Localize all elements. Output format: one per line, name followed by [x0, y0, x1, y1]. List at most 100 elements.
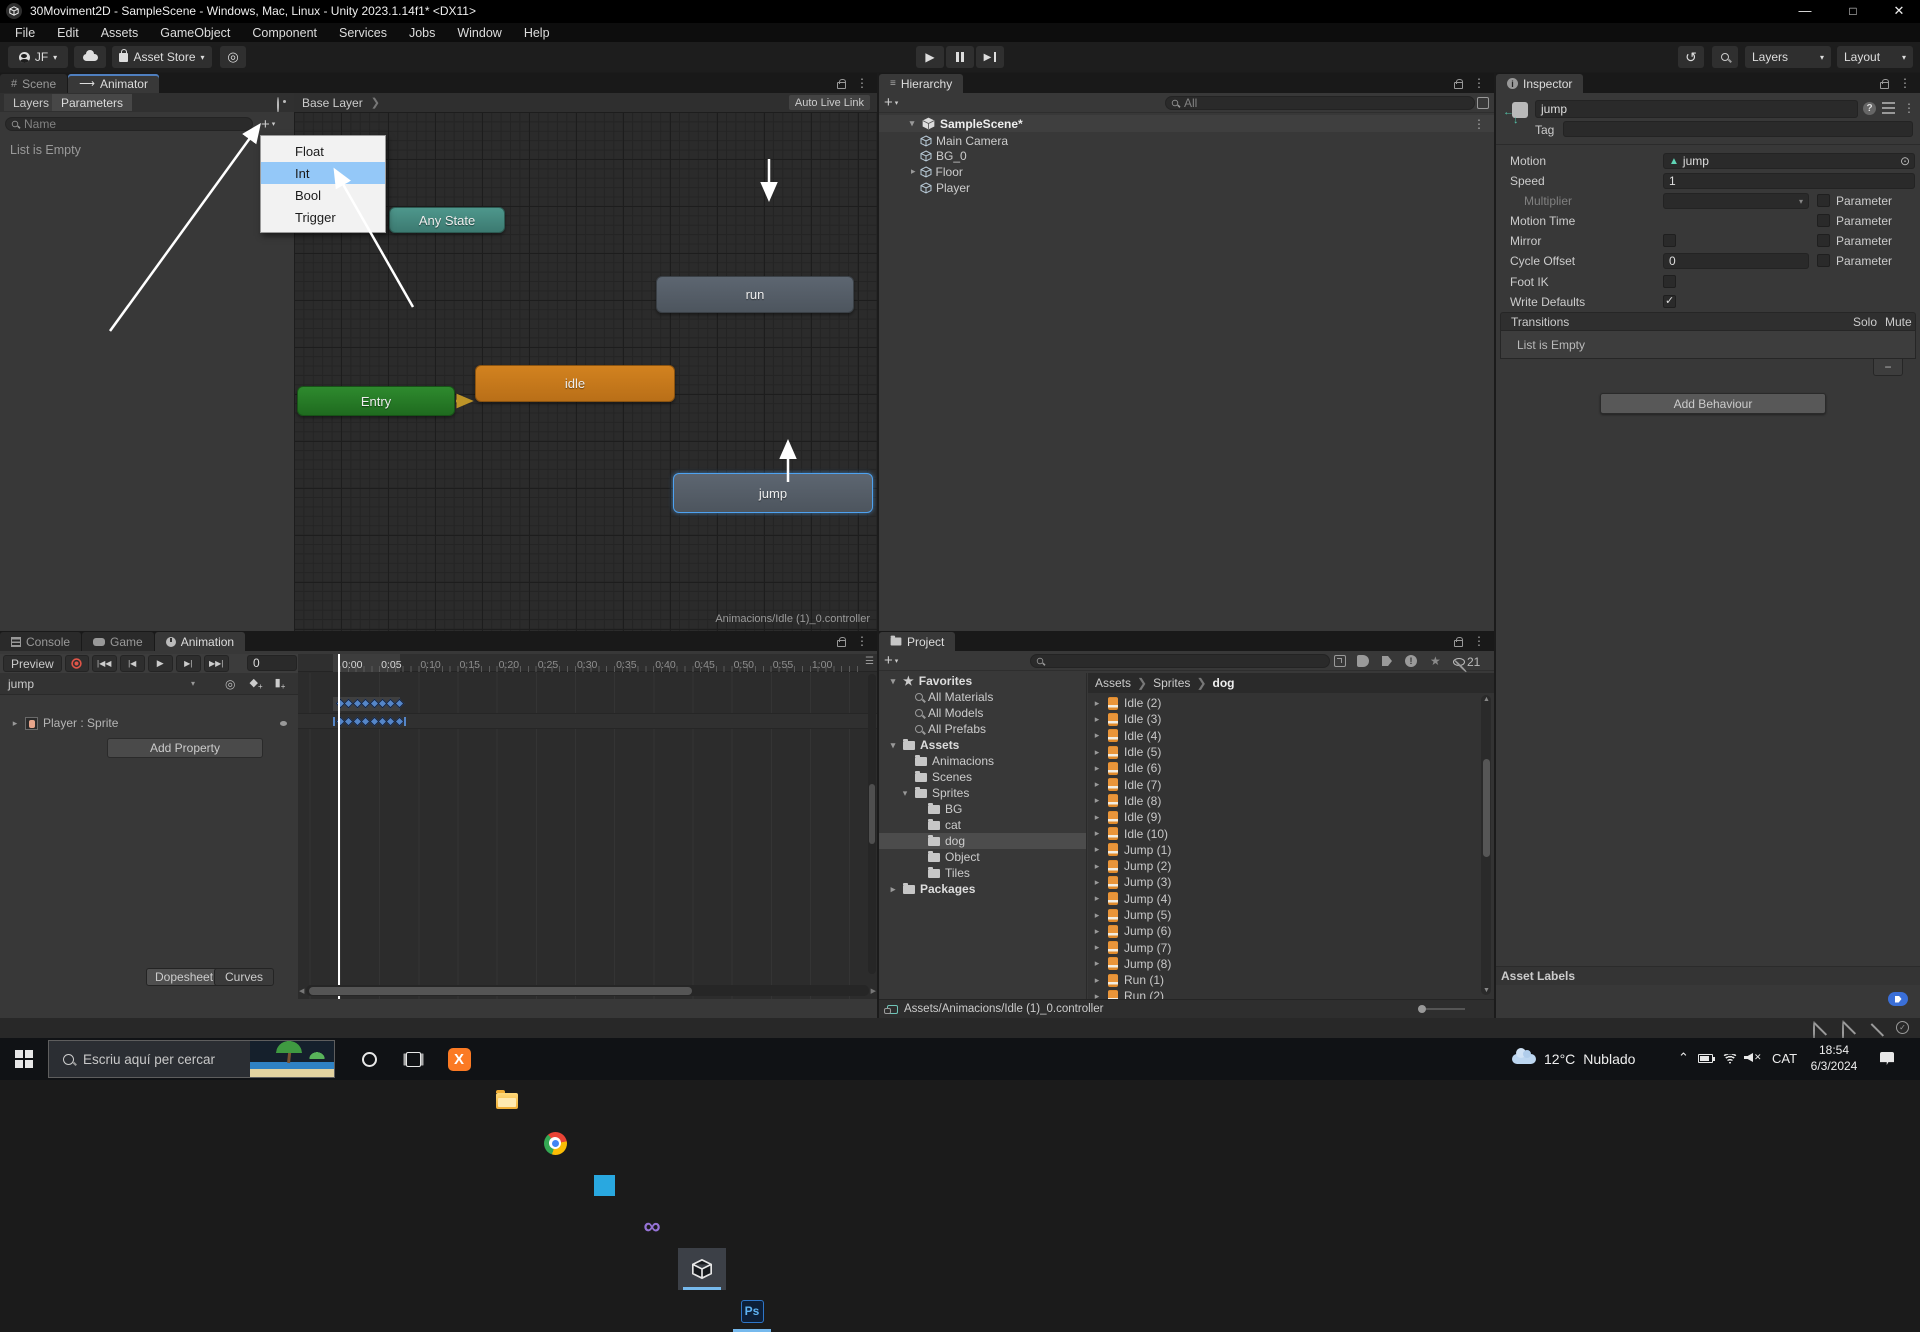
tab-game[interactable]: Game [82, 632, 154, 651]
asset-row[interactable]: ▸Idle (5) [1088, 744, 1494, 760]
menu-item[interactable]: Window [446, 26, 512, 40]
lock-icon[interactable] [1454, 82, 1463, 89]
tab-animator[interactable]: ⟶Animator [68, 74, 159, 93]
asset-row[interactable]: ▸Jump (2) [1088, 858, 1494, 874]
maximize-button[interactable]: □ [1838, 4, 1868, 18]
tab-scene[interactable]: #Scene [0, 74, 67, 93]
scroll-right-icon[interactable]: ▶ [871, 987, 876, 995]
state-node-jump[interactable]: jump [673, 473, 873, 513]
panel-menu-icon[interactable]: ⋮ [1899, 76, 1912, 90]
lock-icon[interactable] [1454, 640, 1463, 647]
clock[interactable]: 18:54 6/3/2024 [1806, 1042, 1862, 1074]
play-anim-button[interactable]: ▶ [148, 655, 173, 672]
asset-row[interactable]: ▸Run (2) [1088, 988, 1494, 999]
project-tree-item[interactable]: ★ dog [879, 833, 1086, 849]
undo-history-button[interactable]: ↺ [1678, 46, 1704, 68]
state-node-any-state[interactable]: Any State [389, 207, 505, 233]
asset-row[interactable]: ▸Idle (4) [1088, 728, 1494, 744]
motion-time-parameter-checkbox[interactable] [1817, 214, 1830, 227]
play-button[interactable]: ▶ [916, 46, 944, 68]
timeline-hscrollbar[interactable]: ◀ ▶ [306, 985, 869, 996]
project-tree-item[interactable]: ★ Assets [879, 737, 1086, 753]
menu-item[interactable]: Edit [46, 26, 90, 40]
tab-console[interactable]: Console [0, 632, 81, 651]
filter-keys-icon[interactable]: ◎ [225, 677, 235, 691]
scroll-down-icon[interactable]: ▼ [1483, 987, 1490, 994]
menu-item[interactable]: File [4, 26, 46, 40]
presets-icon[interactable] [1882, 102, 1895, 114]
keyframe-diamond[interactable] [394, 717, 404, 727]
tab-layers[interactable]: Layers [4, 94, 58, 111]
asset-row[interactable]: ▸Jump (8) [1088, 956, 1494, 972]
asset-row[interactable]: ▸Idle (8) [1088, 793, 1494, 809]
task-view-button[interactable] [391, 1038, 435, 1080]
tab-parameters[interactable]: Parameters [52, 94, 132, 111]
remove-transition-button[interactable]: − [1873, 359, 1903, 376]
hierarchy-search-input[interactable]: All [1165, 96, 1475, 110]
open-asset-icon[interactable] [1334, 655, 1346, 667]
prev-key-button[interactable]: |◀ [120, 655, 145, 672]
help-icon[interactable]: ? [1863, 102, 1876, 115]
project-tree-item[interactable]: ★ All Prefabs [879, 721, 1086, 737]
asset-row[interactable]: ▸Jump (3) [1088, 874, 1494, 890]
asset-row[interactable]: ▸Idle (9) [1088, 809, 1494, 825]
project-tree-item[interactable]: ★ Animacions [879, 753, 1086, 769]
project-tree-item[interactable]: ★ Sprites [879, 785, 1086, 801]
close-button[interactable]: ✕ [1884, 3, 1914, 19]
scene-menu-icon[interactable]: ⋮ [1473, 117, 1486, 131]
menu-item[interactable]: GameObject [149, 26, 241, 40]
goto-end-button[interactable]: ▶▶| [204, 655, 229, 672]
multiplier-parameter-checkbox[interactable] [1817, 194, 1830, 207]
asset-store-button[interactable]: Asset Store▾ [112, 46, 212, 68]
taskbar-app-vscode[interactable] [580, 1164, 628, 1206]
project-tree-item[interactable]: ★ Packages [879, 881, 1086, 897]
hierarchy-item[interactable]: Player [879, 180, 1494, 196]
wifi-icon[interactable] [1723, 1053, 1737, 1064]
hierarchy-item[interactable]: Main Camera [879, 133, 1494, 149]
parameter-type-option[interactable]: Float [261, 140, 385, 162]
tab-inspector[interactable]: iInspector [1496, 74, 1583, 93]
zoom-slider[interactable] [1418, 1008, 1465, 1010]
asset-row[interactable]: ▸Run (1) [1088, 972, 1494, 988]
add-behaviour-button[interactable]: Add Behaviour [1600, 393, 1826, 414]
volume-muted-icon[interactable]: ✕ [1744, 1052, 1762, 1063]
search-everything-button[interactable] [1712, 46, 1738, 68]
menu-item[interactable]: Component [241, 26, 328, 40]
base-layer-breadcrumb[interactable]: Base Layer❯ [294, 96, 380, 110]
taskbar-app-visualstudio[interactable]: ∞ [628, 1206, 676, 1248]
playhead[interactable] [338, 654, 340, 999]
taskbar-search[interactable]: Escriu aquí per cercar [48, 1040, 335, 1078]
battery-icon[interactable] [1698, 1054, 1713, 1063]
breadcrumb-dog[interactable]: dog [1213, 676, 1235, 690]
asset-row[interactable]: ▸Idle (2) [1088, 695, 1494, 711]
project-tree-item[interactable]: ★ BG [879, 801, 1086, 817]
tab-animation[interactable]: Animation [155, 632, 245, 651]
mirror-parameter-checkbox[interactable] [1817, 234, 1830, 247]
asset-labels-button[interactable] [1888, 992, 1908, 1006]
dopesheet-button[interactable]: Dopesheet [146, 968, 222, 986]
asset-row[interactable]: ▸Idle (7) [1088, 776, 1494, 792]
hidden-count-badge[interactable]: 21 [1453, 655, 1480, 669]
minimize-button[interactable]: ― [1790, 3, 1820, 18]
parameter-type-option[interactable]: Trigger [261, 206, 385, 228]
add-event-icon[interactable]: ▮+ [275, 676, 286, 691]
object-picker-icon[interactable]: ⊙ [1900, 154, 1910, 168]
parameter-search-input[interactable]: Name [5, 117, 253, 131]
scroll-left-icon[interactable]: ◀ [299, 987, 304, 995]
project-search-input[interactable] [1030, 654, 1330, 668]
asset-row[interactable]: ▸Jump (6) [1088, 923, 1494, 939]
taskbar-app-photoshop[interactable]: Ps [728, 1290, 776, 1332]
lock-icon[interactable] [837, 82, 846, 89]
layout-dropdown[interactable]: Layout▾ [1837, 46, 1913, 68]
language-indicator[interactable]: CAT [1772, 1051, 1797, 1066]
write-defaults-checkbox[interactable] [1663, 295, 1676, 308]
step-button[interactable]: ▶ [976, 46, 1004, 68]
keyframe-row-sprite[interactable] [298, 713, 877, 729]
project-tree-item[interactable]: ★ All Materials [879, 689, 1086, 705]
add-parameter-button[interactable]: +▾ [261, 115, 287, 133]
menu-item[interactable]: Help [513, 26, 561, 40]
scene-picker-icon[interactable] [1477, 97, 1489, 109]
project-tree-item[interactable]: ★ All Models [879, 705, 1086, 721]
asset-row[interactable]: ▸Jump (1) [1088, 842, 1494, 858]
project-tree-item[interactable]: ★ Favorites [879, 673, 1086, 689]
